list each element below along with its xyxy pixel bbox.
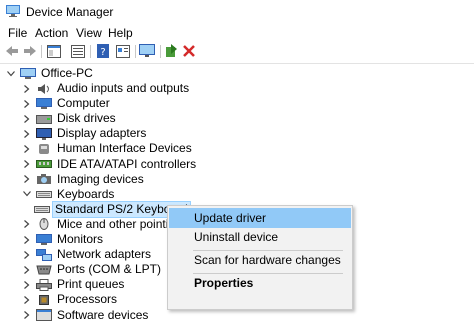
- software-icon: [36, 309, 52, 321]
- tree-item-label: Disk drives: [57, 111, 116, 126]
- forward-arrow-icon[interactable]: [22, 43, 38, 59]
- speaker-icon: [36, 83, 52, 95]
- chevron-right-icon[interactable]: [22, 173, 32, 185]
- chevron-right-icon[interactable]: [22, 294, 32, 306]
- tree-item[interactable]: Display adapters: [22, 126, 146, 141]
- tree-item[interactable]: Software devices: [22, 308, 148, 323]
- tree-item-label: Processors: [57, 292, 118, 307]
- monitor-scan-icon[interactable]: [139, 43, 155, 59]
- keyboard-icon: [36, 188, 52, 200]
- device-manager-icon: [6, 5, 20, 17]
- menu-bar: File Action View Help: [0, 24, 474, 42]
- tree-item-label: Human Interface Devices: [57, 141, 192, 156]
- help-icon[interactable]: ?: [95, 43, 111, 59]
- tree-item-label: Computer: [57, 96, 110, 111]
- chevron-down-icon[interactable]: [22, 188, 32, 200]
- ide-icon: [36, 158, 52, 170]
- tree-item-label: Display adapters: [57, 126, 147, 141]
- menu-scan-hardware[interactable]: Scan for hardware changes: [169, 250, 351, 270]
- menu-file[interactable]: File: [8, 26, 27, 40]
- menu-view[interactable]: View: [76, 26, 102, 40]
- chevron-right-icon[interactable]: [22, 83, 32, 95]
- tree-item[interactable]: Audio inputs and outputs: [22, 81, 189, 96]
- toolbar: ?: [0, 41, 474, 64]
- toolbar-separator: [41, 45, 42, 58]
- tree-item[interactable]: Computer: [22, 96, 110, 111]
- tree-item[interactable]: Monitors: [22, 232, 103, 247]
- chevron-right-icon[interactable]: [22, 113, 32, 125]
- toolbar-separator: [90, 45, 91, 58]
- monitor-icon: [36, 233, 52, 246]
- add-driver-icon[interactable]: [164, 43, 180, 59]
- menu-action[interactable]: Action: [35, 26, 68, 40]
- chevron-right-icon[interactable]: [22, 218, 32, 230]
- chevron-right-icon[interactable]: [22, 143, 32, 155]
- context-menu: Update driver Uninstall device Scan for …: [167, 205, 353, 310]
- tree-item[interactable]: Human Interface Devices: [22, 141, 192, 156]
- tree-item[interactable]: Keyboards: [22, 187, 114, 202]
- properties-panel-icon[interactable]: [46, 43, 62, 59]
- port-icon: [36, 264, 52, 276]
- cpu-icon: [36, 294, 52, 306]
- printer-icon: [36, 278, 52, 291]
- tree-item[interactable]: Ports (COM & LPT): [22, 262, 161, 277]
- keyboard-icon: [34, 203, 50, 215]
- tree-item-label: Print queues: [57, 277, 125, 292]
- window-title: Device Manager: [26, 5, 114, 19]
- chevron-right-icon[interactable]: [22, 128, 32, 140]
- chevron-right-icon[interactable]: [22, 279, 32, 291]
- tree-item-label: Ports (COM & LPT): [57, 262, 162, 277]
- tree-item-label: Software devices: [57, 307, 149, 322]
- svg-text:?: ?: [100, 47, 105, 58]
- tree-item-label: IDE ATA/ATAPI controllers: [57, 156, 197, 171]
- tree-item[interactable]: Imaging devices: [22, 172, 144, 187]
- toolbar-separator: [160, 45, 161, 58]
- chevron-right-icon[interactable]: [22, 309, 32, 321]
- menu-help[interactable]: Help: [108, 26, 133, 40]
- tree-item[interactable]: IDE ATA/ATAPI controllers: [22, 157, 196, 172]
- tree-item[interactable]: Processors: [22, 292, 117, 307]
- chevron-right-icon[interactable]: [22, 249, 32, 261]
- uninstall-x-icon[interactable]: [181, 43, 197, 59]
- title-bar: Device Manager: [0, 0, 474, 24]
- tree-item-label: Monitors: [57, 232, 104, 246]
- refresh-list-icon[interactable]: [70, 43, 86, 59]
- tree-item-label: Imaging devices: [57, 171, 144, 186]
- network-icon: [36, 248, 52, 261]
- menu-update-driver[interactable]: Update driver: [169, 208, 351, 228]
- tree-root-label: Office-PC: [41, 66, 93, 80]
- chevron-right-icon[interactable]: [22, 234, 32, 246]
- menu-uninstall-device[interactable]: Uninstall device: [169, 227, 351, 247]
- tree-item-label: Network adapters: [57, 247, 152, 262]
- chevron-down-icon[interactable]: [6, 68, 16, 80]
- back-arrow-icon[interactable]: [4, 43, 20, 59]
- tree-item-label: Audio inputs and outputs: [57, 81, 190, 95]
- tree-item[interactable]: Print queues: [22, 277, 124, 292]
- display-icon: [36, 127, 52, 140]
- toolbar-separator: [135, 45, 136, 58]
- tree-item-label: Keyboards: [57, 186, 115, 201]
- disk-icon: [36, 113, 52, 125]
- computer-icon: [36, 97, 52, 110]
- chevron-right-icon[interactable]: [22, 158, 32, 170]
- menu-properties[interactable]: Properties: [169, 273, 351, 293]
- camera-icon: [36, 173, 52, 185]
- hid-icon: [36, 143, 52, 155]
- mouse-icon: [36, 218, 52, 231]
- computer-icon: [20, 67, 36, 80]
- properties-icon[interactable]: [115, 43, 131, 59]
- tree-root[interactable]: Office-PC: [6, 66, 93, 81]
- tree-item[interactable]: Network adapters: [22, 247, 151, 262]
- chevron-right-icon[interactable]: [22, 264, 32, 276]
- tree-item[interactable]: Disk drives: [22, 111, 116, 126]
- chevron-right-icon[interactable]: [22, 98, 32, 110]
